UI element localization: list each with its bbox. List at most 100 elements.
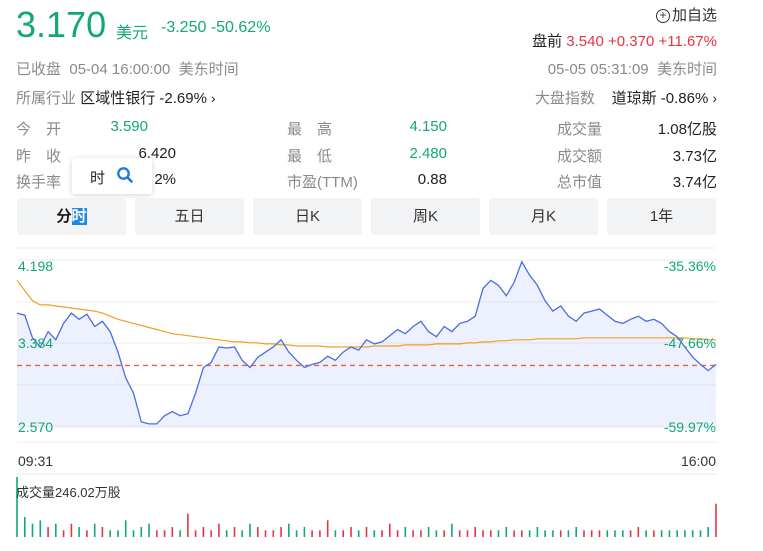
price-change: -3.250 -50.62% — [161, 19, 270, 37]
plus-circle-icon: + — [655, 9, 670, 23]
volume-bar — [257, 527, 259, 537]
stat-label-prev-close: 昨 收 — [16, 148, 62, 165]
volume-bar — [140, 527, 143, 537]
volume-bar — [474, 527, 476, 537]
tab-intraday[interactable]: 分时 — [17, 198, 126, 235]
volume-bar — [86, 530, 88, 537]
industry-link[interactable]: 所属行业 区域性银行 -2.69% › — [16, 87, 216, 108]
tab-daily-k[interactable]: 日K — [253, 198, 362, 235]
search-tooltip[interactable]: 时 — [72, 158, 152, 194]
volume-bar — [381, 530, 383, 537]
volume-bar — [194, 530, 197, 537]
volume-bar — [404, 527, 407, 537]
close-timezone: 美东时间 — [178, 61, 239, 78]
volume-bar — [93, 523, 96, 537]
volume-bar — [357, 530, 360, 537]
add-watchlist-label: 加自选 — [671, 7, 717, 24]
premarket-price: 3.540 — [566, 33, 604, 50]
volume-bar — [295, 530, 298, 537]
stat-value-turnover-rate: 2% — [154, 171, 176, 188]
stat-value-pe: 0.88 — [417, 171, 447, 188]
premarket-pct: +11.67% — [658, 33, 717, 50]
volume-bar — [684, 530, 686, 537]
tab-weekly-k[interactable]: 周K — [371, 198, 480, 235]
index-pct: -0.86% — [660, 90, 709, 107]
volume-bar — [249, 523, 251, 537]
stat-label-market-cap: 总市值 — [557, 174, 603, 191]
volume-bar — [47, 527, 49, 537]
y-right-tick-mid: -47.66% — [664, 335, 716, 351]
volume-bar — [629, 530, 632, 537]
industry-name: 区域性银行 — [80, 90, 156, 107]
volume-bar — [163, 530, 166, 537]
volume-bar — [202, 527, 205, 537]
volume-bar — [583, 530, 585, 537]
volume-bar — [521, 530, 523, 537]
volume-bar — [497, 530, 500, 537]
stat-value-market-cap: 3.74亿 — [672, 174, 717, 191]
current-price: 3.170 — [16, 4, 107, 45]
volume-bar — [466, 530, 469, 537]
add-watchlist-button[interactable]: + 加自选 — [655, 4, 717, 25]
volume-bar — [288, 523, 290, 537]
volume-bar — [210, 530, 212, 537]
volume-bar — [70, 523, 73, 537]
x-tick-start: 09:31 — [18, 453, 53, 469]
premarket-timezone: 美东时间 — [656, 61, 717, 78]
volume-bar — [622, 530, 624, 537]
y-left-tick-top: 4.198 — [18, 258, 53, 274]
volume-bar — [31, 523, 34, 537]
volume-bar — [559, 530, 562, 537]
industry-pct: -2.69% — [159, 90, 207, 107]
volume-bar — [505, 527, 508, 537]
stat-label-low: 最 低 — [287, 148, 333, 165]
volume-bar — [590, 530, 593, 537]
volume-bar — [567, 530, 570, 537]
stat-label-open: 今 开 — [16, 121, 62, 138]
premarket-quote: 盘前 3.540 +0.370 +11.67% — [532, 30, 717, 51]
stat-value-high: 4.150 — [409, 118, 447, 135]
volume-bar — [668, 530, 671, 537]
volume-bar — [552, 530, 554, 537]
premarket-time: 05-05 05:31:09 美东时间 — [548, 58, 717, 79]
volume-bar — [280, 527, 282, 537]
volume-bar — [715, 503, 717, 537]
tab-monthly-k[interactable]: 月K — [489, 198, 598, 235]
volume-bars — [16, 477, 717, 537]
volume-bar — [443, 530, 445, 537]
volume-bar — [412, 530, 414, 537]
close-time: 05-04 16:00:00 — [69, 61, 171, 78]
volume-bar — [78, 527, 80, 537]
tab-intraday-a: 分 — [56, 208, 72, 225]
stat-label-turnover-rate: 换手率 — [16, 174, 62, 191]
volume-bar — [691, 530, 694, 537]
volume-bar — [458, 530, 461, 537]
volume-bar — [303, 527, 306, 537]
volume-bar — [334, 530, 337, 537]
price-area — [17, 261, 716, 427]
volume-bar — [233, 527, 236, 537]
volume-bar — [117, 530, 119, 537]
volume-bar — [528, 530, 531, 537]
volume-bar — [124, 520, 127, 537]
chevron-right-icon: › — [712, 90, 717, 106]
stat-label-volume: 成交量 — [557, 121, 603, 138]
search-icon[interactable] — [116, 166, 134, 189]
premarket-time-value: 05-05 05:31:09 — [547, 61, 649, 78]
tab-five-day[interactable]: 五日 — [135, 198, 244, 235]
volume-bar — [326, 520, 329, 537]
volume-bar — [319, 530, 321, 537]
premarket-change: +0.370 — [608, 33, 655, 50]
tab-one-year[interactable]: 1年 — [607, 198, 716, 235]
tooltip-text: 时 — [90, 170, 106, 187]
close-status: 已收盘 05-04 16:00:00 美东时间 — [16, 58, 239, 79]
intraday-chart[interactable]: 4.198 3.384 2.570 -35.36% -47.66% -59.97… — [0, 240, 763, 551]
volume-bar — [490, 530, 492, 537]
price-change-value: -3.250 — [161, 19, 207, 36]
volume-bar — [435, 530, 438, 537]
status-text: 已收盘 — [16, 61, 62, 78]
market-index-link[interactable]: 大盘指数 道琼斯 -0.86% › — [535, 87, 717, 108]
volume-bar — [218, 523, 220, 537]
volume-bar — [699, 530, 702, 537]
volume-bar — [101, 527, 104, 537]
